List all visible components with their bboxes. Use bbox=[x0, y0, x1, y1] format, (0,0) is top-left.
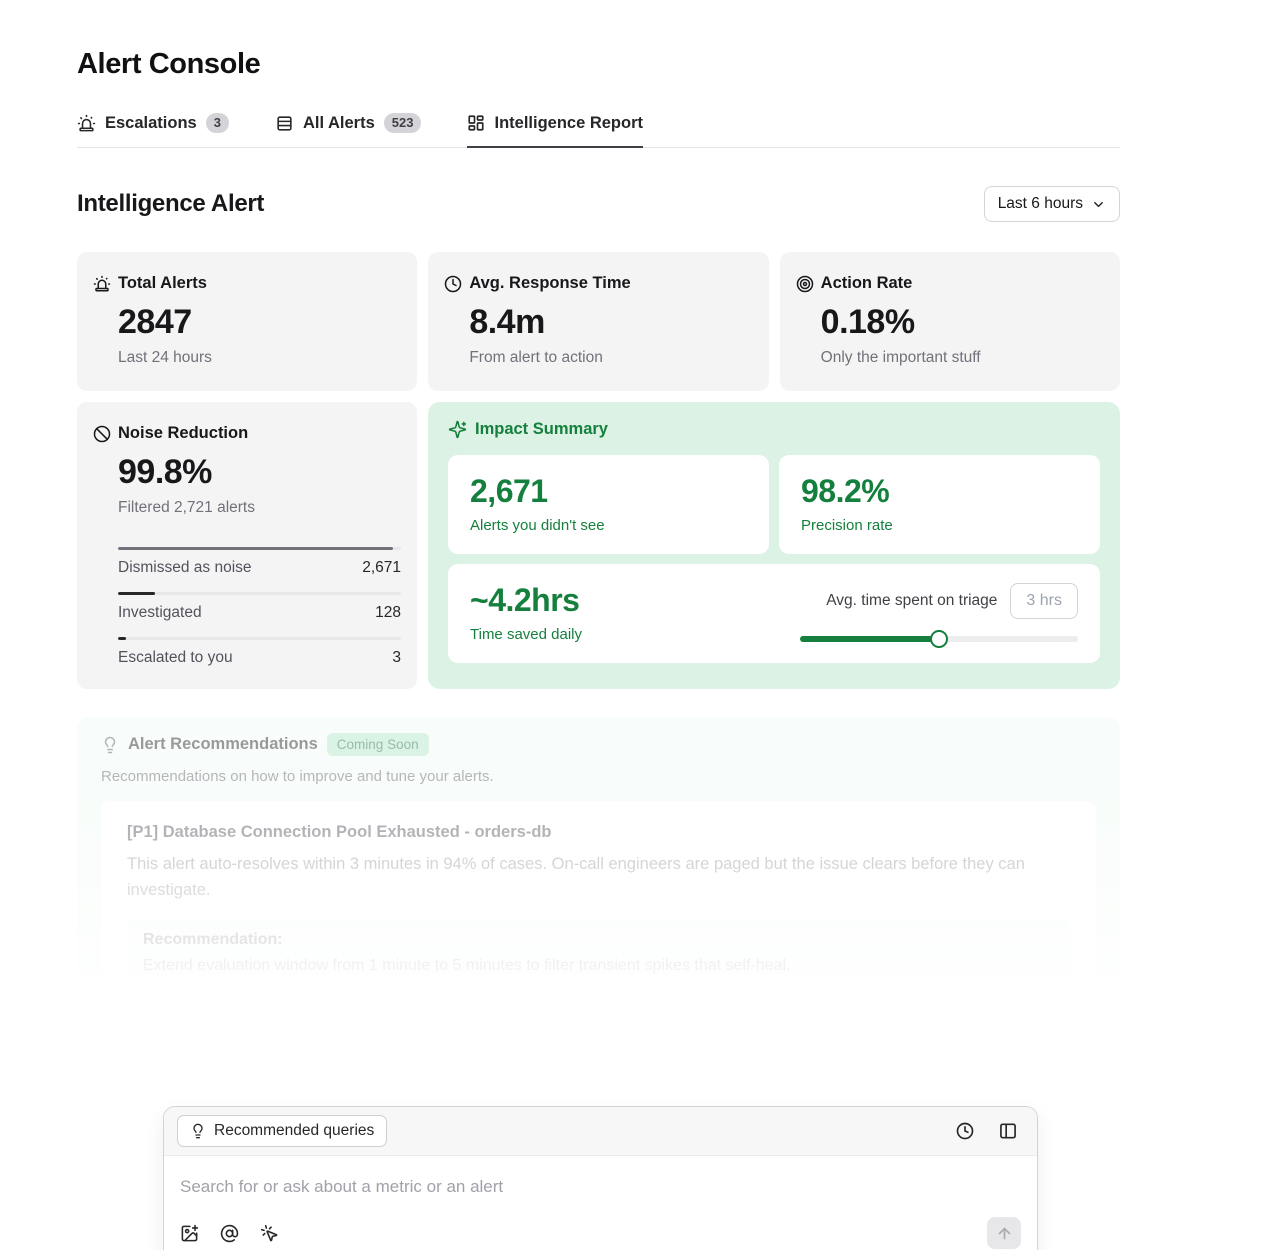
time-saved-value: ~4.2hrs bbox=[470, 582, 580, 619]
recommended-queries-label: Recommended queries bbox=[214, 1122, 375, 1140]
breakdown-row: Investigated 128 bbox=[118, 592, 401, 622]
metric-value: 98.2% bbox=[801, 473, 890, 510]
recommended-queries-button[interactable]: Recommended queries bbox=[177, 1115, 388, 1148]
recommendation-card: [P1] Database Connection Pool Exhausted … bbox=[101, 801, 1096, 1023]
stat-title: Action Rate bbox=[820, 274, 913, 293]
progress-track bbox=[118, 637, 401, 641]
breakdown-value: 2,671 bbox=[362, 559, 401, 577]
impact-summary-card: Impact Summary 2,671 Alerts you didn't s… bbox=[428, 402, 1120, 690]
tab-label: Escalations bbox=[105, 113, 197, 132]
progress-track bbox=[118, 592, 401, 596]
progress-fill bbox=[118, 637, 127, 641]
tab-count-badge: 523 bbox=[383, 113, 422, 134]
image-plus-icon[interactable] bbox=[180, 1224, 199, 1243]
alert-console-page: Alert Console Escalations 3 All Alerts 5… bbox=[77, 0, 1120, 1250]
panel-left-icon[interactable] bbox=[998, 1121, 1018, 1141]
triage-slider[interactable] bbox=[800, 630, 1078, 649]
tab-label: Intelligence Report bbox=[494, 113, 644, 132]
impact-metric-alerts-unseen: 2,671 Alerts you didn't see bbox=[448, 455, 769, 555]
metric-value: 2,671 bbox=[470, 473, 548, 510]
tab-intelligence-report[interactable]: Intelligence Report bbox=[467, 113, 644, 149]
impact-summary-title: Impact Summary bbox=[475, 420, 608, 439]
siren-icon bbox=[93, 275, 111, 293]
progress-track bbox=[118, 547, 401, 551]
stat-card-avg-response-time: Avg. Response Time 8.4m From alert to ac… bbox=[428, 252, 769, 392]
coming-soon-badge: Coming Soon bbox=[326, 733, 429, 757]
rows-icon bbox=[275, 114, 294, 133]
tab-count-badge: 3 bbox=[205, 113, 229, 134]
stat-card-action-rate: Action Rate 0.18% Only the important stu… bbox=[779, 252, 1120, 392]
noise-breakdown: Dismissed as noise 2,671 Investigated 12… bbox=[118, 547, 401, 667]
stat-value: 2847 bbox=[118, 303, 192, 342]
target-icon bbox=[796, 275, 814, 293]
history-clock-icon[interactable] bbox=[955, 1121, 975, 1141]
stat-title: Total Alerts bbox=[118, 274, 207, 293]
dashboard-grid-icon bbox=[467, 114, 485, 132]
breakdown-label: Investigated bbox=[118, 604, 202, 622]
recommendation-card-title: [P1] Database Connection Pool Exhausted … bbox=[127, 823, 552, 842]
metric-label: Precision rate bbox=[801, 517, 893, 535]
stats-row: Total Alerts 2847 Last 24 hours Avg. Res… bbox=[77, 252, 1120, 392]
recommendation-text: Extend evaluation window from 1 minute t… bbox=[143, 957, 791, 975]
chevron-down-icon bbox=[1091, 197, 1106, 212]
clock-icon bbox=[444, 275, 462, 293]
tab-bar: Escalations 3 All Alerts 523 Intelligenc… bbox=[77, 113, 1120, 149]
triage-label: Avg. time spent on triage bbox=[826, 592, 998, 610]
alert-recommendations-section: Alert Recommendations Coming Soon Recomm… bbox=[77, 717, 1120, 1023]
stat-subtitle: Only the important stuff bbox=[820, 349, 981, 367]
progress-fill bbox=[118, 592, 155, 596]
slider-fill bbox=[800, 636, 939, 643]
siren-icon bbox=[77, 114, 96, 133]
breakdown-value: 3 bbox=[392, 649, 401, 667]
breakdown-label: Escalated to you bbox=[118, 649, 233, 667]
metric-label: Alerts you didn't see bbox=[470, 517, 605, 535]
time-saved-label: Time saved daily bbox=[470, 626, 582, 644]
recommendations-title: Alert Recommendations bbox=[128, 735, 318, 754]
recommendation-block: Recommendation: Extend evaluation window… bbox=[127, 919, 1070, 988]
progress-fill bbox=[118, 547, 393, 551]
sparkles-icon bbox=[448, 420, 467, 439]
stat-title: Avg. Response Time bbox=[469, 274, 631, 293]
time-saved-card: ~4.2hrs Time saved daily Avg. time spent… bbox=[448, 564, 1100, 664]
stat-subtitle: From alert to action bbox=[469, 349, 603, 367]
mention-at-icon[interactable] bbox=[220, 1224, 239, 1243]
ban-icon bbox=[93, 425, 111, 443]
expected-impact-label: Expected Impact: bbox=[143, 1015, 1054, 1022]
stat-subtitle: Last 24 hours bbox=[118, 349, 212, 367]
triage-control: Avg. time spent on triage 3 hrs bbox=[800, 583, 1078, 649]
time-range-value: Last 6 hours bbox=[997, 195, 1083, 213]
breakdown-row: Escalated to you 3 bbox=[118, 637, 401, 667]
recommendation-label: Recommendation: bbox=[143, 931, 283, 949]
slider-thumb[interactable] bbox=[930, 630, 948, 649]
lightbulb-icon bbox=[101, 736, 119, 754]
stat-value: 0.18% bbox=[820, 303, 915, 342]
tab-escalations[interactable]: Escalations 3 bbox=[77, 113, 229, 147]
cursor-sparkle-icon[interactable] bbox=[260, 1224, 279, 1243]
recommendations-subtitle: Recommendations on how to improve and tu… bbox=[101, 768, 494, 786]
page-title: Alert Console bbox=[77, 48, 261, 80]
time-range-dropdown[interactable]: Last 6 hours bbox=[983, 186, 1120, 223]
impact-metric-precision-rate: 98.2% Precision rate bbox=[779, 455, 1100, 555]
stat-card-total-alerts: Total Alerts 2847 Last 24 hours bbox=[77, 252, 418, 392]
tab-label: All Alerts bbox=[302, 113, 375, 132]
breakdown-row: Dismissed as noise 2,671 bbox=[118, 547, 401, 577]
search-input[interactable] bbox=[180, 1177, 1021, 1198]
stat-value: 8.4m bbox=[469, 303, 545, 342]
breakdown-value: 128 bbox=[375, 604, 401, 622]
submit-button[interactable] bbox=[987, 1217, 1021, 1250]
search-panel: Recommended queries bbox=[163, 1106, 1038, 1250]
arrow-up-icon bbox=[996, 1225, 1013, 1242]
lightbulb-icon bbox=[190, 1123, 206, 1139]
expected-impact-block: Expected Impact: ~90% reduction in off-h… bbox=[127, 1003, 1070, 1023]
noise-reduction-value: 99.8% bbox=[118, 453, 212, 492]
section-title: Intelligence Alert bbox=[77, 190, 265, 218]
stat-title: Noise Reduction bbox=[118, 424, 249, 443]
noise-reduction-card: Noise Reduction 99.8% Filtered 2,721 ale… bbox=[77, 402, 417, 690]
tab-all-alerts[interactable]: All Alerts 523 bbox=[275, 113, 422, 147]
triage-hours-input[interactable]: 3 hrs bbox=[1010, 583, 1078, 620]
recommendation-card-description: This alert auto-resolves within 3 minute… bbox=[127, 855, 1025, 899]
breakdown-label: Dismissed as noise bbox=[118, 559, 252, 577]
noise-reduction-subtitle: Filtered 2,721 alerts bbox=[118, 499, 255, 517]
